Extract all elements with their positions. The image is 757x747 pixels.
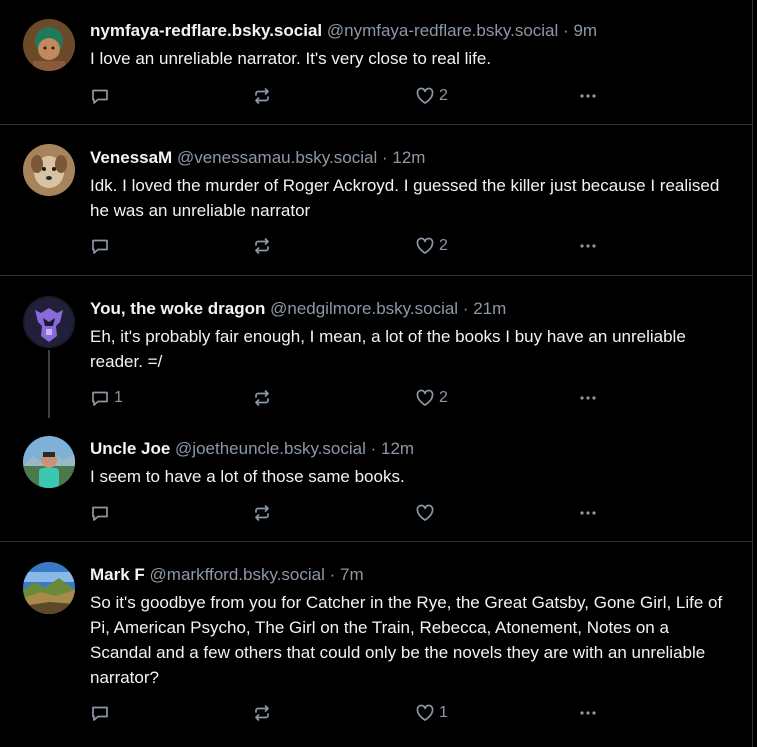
author-handle[interactable]: @nymfaya-redflare.bsky.social [327,21,558,40]
repost-icon [255,88,269,104]
author-handle[interactable]: @nedgilmore.bsky.social [270,299,458,318]
repost-button[interactable] [252,84,276,108]
author-name[interactable]: VenessaM [90,148,172,167]
like-count: 1 [439,704,448,721]
post-header: VenessaM @venessamau.bsky.social · 12m [90,147,732,169]
repost-icon [255,505,269,521]
post-text: I seem to have a lot of those same books… [90,467,405,486]
reply-icon [92,391,108,406]
more-options-button[interactable] [578,701,598,725]
repost-icon [255,705,269,721]
reply-icon [92,89,108,104]
like-button[interactable] [415,501,439,525]
author-name[interactable]: Uncle Joe [90,439,170,458]
post-feed: nymfaya-redflare.bsky.social @nymfaya-re… [0,0,753,747]
reply-button[interactable] [90,234,114,258]
author-handle[interactable]: @venessamau.bsky.social [177,148,377,167]
like-icon [416,237,434,254]
repost-button[interactable] [252,501,276,525]
post-header: nymfaya-redflare.bsky.social @nymfaya-re… [90,20,732,42]
post-item[interactable]: Uncle Joe @joetheuncle.bsky.social · 12m… [90,438,732,489]
more-options-button[interactable] [578,386,598,410]
avatar[interactable] [23,436,75,488]
post-item[interactable]: nymfaya-redflare.bsky.social @nymfaya-re… [0,0,752,124]
author-name[interactable]: Mark F [90,565,145,584]
like-button[interactable]: 2 [415,386,448,410]
avatar-image [23,296,75,348]
post-header: Uncle Joe @joetheuncle.bsky.social · 12m [90,438,732,460]
thread-group: You, the woke dragon @nedgilmore.bsky.so… [0,276,752,541]
post-header: You, the woke dragon @nedgilmore.bsky.so… [90,298,732,320]
post-header: Mark F @markfford.bsky.social · 7m [90,564,732,586]
author-name[interactable]: nymfaya-redflare.bsky.social [90,21,322,40]
post-item[interactable]: You, the woke dragon @nedgilmore.bsky.so… [90,298,732,374]
avatar[interactable] [23,144,75,196]
post-text: Eh, it's probably fair enough, I mean, a… [90,327,686,371]
post-item[interactable]: Mark F @markfford.bsky.social · 7m So it… [0,542,752,746]
like-button[interactable]: 1 [415,701,448,725]
reply-button[interactable] [90,501,114,525]
post-actions: 2 [90,234,732,258]
reply-button[interactable]: 1 [90,386,123,410]
repost-button[interactable] [252,386,276,410]
reply-icon [92,239,108,254]
post-time[interactable]: 12m [392,148,425,167]
avatar[interactable] [23,19,75,71]
separator: · [381,148,388,167]
author-handle[interactable]: @markfford.bsky.social [150,565,325,584]
like-icon [416,504,434,521]
more-options-button[interactable] [578,84,598,108]
repost-icon [255,390,269,406]
more-options-icon [580,244,596,248]
separator: · [563,21,569,40]
post-time[interactable]: 12m [381,439,414,458]
repost-icon [255,238,269,254]
more-options-button[interactable] [578,501,598,525]
more-options-icon [580,711,596,715]
post-text: I love an unreliable narrator. It's very… [90,49,492,68]
post-actions: 1 [90,701,732,725]
avatar[interactable] [23,296,75,348]
like-icon [416,704,434,721]
more-options-icon [580,94,596,98]
reply-icon [92,706,108,721]
author-handle[interactable]: @joetheuncle.bsky.social [175,439,366,458]
post-actions [90,501,732,525]
like-icon [416,87,434,104]
like-button[interactable]: 2 [415,234,448,258]
post-actions: 2 [90,84,732,108]
like-count: 2 [439,87,448,104]
more-options-icon [580,396,596,400]
reply-count: 1 [114,389,123,406]
reply-icon [92,506,108,521]
like-count: 2 [439,237,448,254]
reply-button[interactable] [90,701,114,725]
repost-button[interactable] [252,234,276,258]
post-item[interactable]: VenessaM @venessamau.bsky.social · 12m I… [0,125,752,275]
more-options-icon [580,511,596,515]
separator: · [462,299,469,318]
separator: · [370,439,377,458]
more-options-button[interactable] [578,234,598,258]
author-name[interactable]: You, the woke dragon [90,299,265,318]
post-text: Idk. I loved the murder of Roger Ackroyd… [90,176,720,220]
reply-button[interactable] [90,84,114,108]
post-time[interactable]: 7m [340,565,364,584]
avatar[interactable] [23,562,75,614]
avatar-image [23,19,75,71]
avatar-image [23,436,75,488]
post-time[interactable]: 21m [473,299,506,318]
like-count: 2 [439,389,448,406]
avatar-image [23,562,75,614]
post-time[interactable]: 9m [573,21,597,40]
avatar-image [23,144,75,196]
repost-button[interactable] [252,701,276,725]
like-icon [416,389,434,406]
separator: · [329,565,336,584]
thread-line [48,350,50,418]
post-actions: 1 2 [90,386,732,410]
like-button[interactable]: 2 [415,84,448,108]
post-text: So it's goodbye from you for Catcher in … [90,593,723,687]
